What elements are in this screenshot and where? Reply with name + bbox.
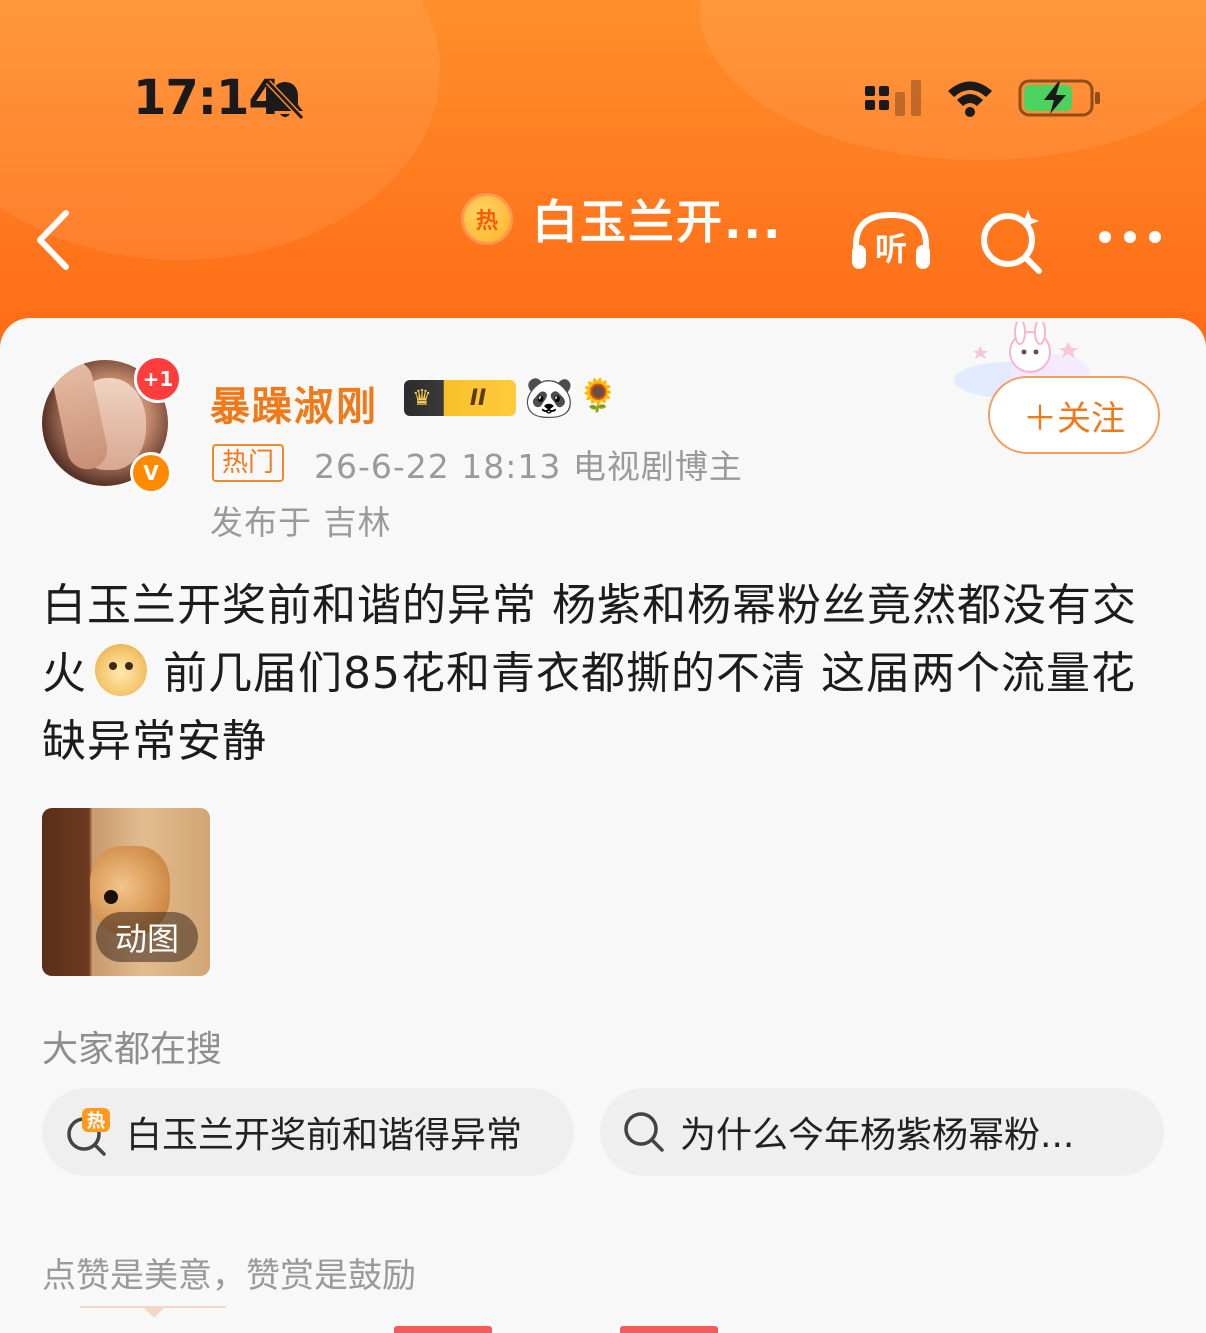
sunflower-icon: 🌻 (578, 376, 618, 414)
wifi-icon (948, 81, 992, 117)
reward-avatar-edge (394, 1326, 492, 1333)
bell-muted-icon (265, 79, 305, 121)
avatar-update-badge: +1 (134, 355, 182, 403)
hot-tag: 热门 (212, 444, 285, 482)
trending-search-title: 大家都在搜 (42, 1029, 223, 1070)
page-title-group: 热 白玉兰开... (464, 186, 782, 252)
post-meta: 26-6-22 18:13 电视剧博主 (314, 447, 743, 486)
follow-button[interactable]: ＋关注 (988, 376, 1160, 454)
post-text-part2: 前几届们85花和青衣都撕的不清 这届两个流量花缺异常安静 (42, 648, 1136, 767)
listen-label: 听 (875, 230, 907, 268)
chip-label: 为什么今年杨紫杨幂粉... (680, 1115, 1075, 1156)
cellular-signal-icon (865, 80, 921, 116)
crown-icon: ♛ (412, 385, 432, 411)
header-background (0, 0, 1206, 360)
reward-prompt: 点赞是美意，赞赏是鼓励 (42, 1256, 416, 1296)
search-icon (624, 1112, 664, 1152)
trending-search-chip[interactable]: 热 白玉兰开奖前和谐得异常 (42, 1088, 574, 1176)
level-label: II (469, 385, 487, 411)
post-body: 白玉兰开奖前和谐的异常 杨紫和杨幂粉丝竟然都没有交火 前几届们85花和青衣都撕的不… (42, 572, 1164, 776)
reward-pointer (142, 1306, 166, 1318)
doge-emoji-icon (95, 644, 147, 696)
back-arrow-icon[interactable] (32, 205, 82, 275)
reward-avatar-edge (620, 1326, 718, 1333)
search-icon[interactable] (976, 206, 1046, 276)
status-time: 17:14 (133, 70, 282, 126)
post-location: 发布于 吉林 (210, 503, 392, 542)
listen-headphone-icon[interactable]: 听 (848, 205, 934, 275)
panda-icon: 🐼 (524, 375, 574, 421)
more-icon[interactable] (1095, 222, 1165, 252)
trending-search-chip[interactable]: 为什么今年杨紫杨幂粉... (600, 1088, 1164, 1176)
hot-search-icon: 热 (67, 1108, 110, 1156)
hot-topic-icon: 热 (464, 196, 510, 242)
verified-icon: V (130, 452, 172, 494)
vip-level-badge[interactable]: ♛ II (404, 380, 516, 416)
battery-icon (1018, 79, 1100, 117)
chip-label: 白玉兰开奖前和谐得异常 (126, 1115, 523, 1156)
svg-text:热: 热 (87, 1110, 105, 1132)
page-title: 白玉兰开... (532, 195, 783, 249)
user-name[interactable]: 暴躁淑刚 (210, 374, 378, 432)
dog-eye (104, 890, 118, 904)
gif-label: 动图 (96, 912, 198, 962)
gif-thumbnail[interactable]: 动图 (42, 808, 210, 976)
